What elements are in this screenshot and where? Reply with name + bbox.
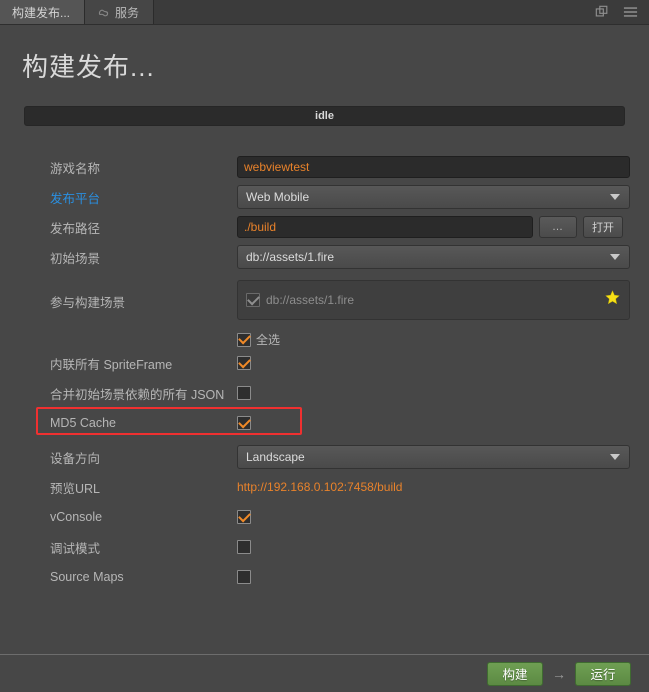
- label-start-scene: 初始场景: [50, 251, 101, 266]
- row-merge-json: 合并初始场景依赖的所有 JSON: [32, 378, 631, 408]
- build-form: 游戏名称 webviewtest 发布平台 Web Mobile 发布路径 ./…: [18, 152, 631, 592]
- game-name-input[interactable]: webviewtest: [237, 156, 630, 178]
- label-source-maps: Source Maps: [50, 570, 124, 584]
- label-platform: 发布平台: [50, 191, 101, 206]
- popout-window-icon[interactable]: [595, 5, 609, 19]
- row-md5-cache: MD5 Cache: [32, 407, 631, 438]
- debug-mode-checkbox[interactable]: [237, 540, 251, 554]
- merge-json-checkbox[interactable]: [237, 386, 251, 400]
- label-md5-cache: MD5 Cache: [50, 416, 116, 430]
- select-all-row[interactable]: 全选: [237, 331, 280, 348]
- select-all-label: 全选: [256, 333, 281, 347]
- tab-services-label: 服务: [115, 5, 140, 20]
- row-orientation: 设备方向 Landscape: [32, 442, 631, 472]
- chevron-down-icon: [610, 454, 620, 460]
- md5-cache-checkbox[interactable]: [237, 416, 251, 430]
- list-item[interactable]: db://assets/1.fire: [246, 293, 354, 307]
- row-debug-mode: 调试模式: [32, 532, 631, 562]
- inline-spriteframe-checkbox[interactable]: [237, 356, 251, 370]
- arrow-icon: →: [552, 665, 566, 682]
- chevron-down-icon: [610, 194, 620, 200]
- orientation-select[interactable]: Landscape: [237, 445, 630, 469]
- scene-item-label: db://assets/1.fire: [266, 293, 355, 307]
- row-platform: 发布平台 Web Mobile: [32, 182, 631, 212]
- platform-select[interactable]: Web Mobile: [237, 185, 630, 209]
- tab-build-publish[interactable]: 构建发布...: [0, 0, 86, 24]
- scene-item-checkbox[interactable]: [246, 293, 260, 307]
- build-button[interactable]: 构建: [487, 661, 543, 686]
- label-preview-url: 预览URL: [50, 481, 101, 496]
- orientation-select-value: Landscape: [246, 450, 305, 464]
- hamburger-menu-icon[interactable]: [623, 6, 638, 18]
- browse-path-button[interactable]: …: [539, 216, 577, 238]
- source-maps-checkbox[interactable]: [237, 570, 251, 584]
- open-path-button[interactable]: 打开: [583, 216, 623, 238]
- label-build-path: 发布路径: [50, 221, 101, 236]
- tab-bar-spacer: [154, 0, 595, 24]
- status-bar: idle: [24, 106, 625, 126]
- star-icon[interactable]: [605, 290, 620, 310]
- label-vconsole: vConsole: [50, 510, 103, 524]
- tab-bar-tools: [595, 0, 649, 24]
- label-game-name: 游戏名称: [50, 161, 101, 176]
- row-game-name: 游戏名称 webviewtest: [32, 152, 631, 182]
- row-preview-url: 预览URL http://192.168.0.102:7458/build: [32, 472, 631, 502]
- start-scene-select[interactable]: db://assets/1.fire: [237, 245, 630, 269]
- select-all-checkbox[interactable]: [237, 332, 251, 347]
- footer-actions: 构建 → 运行: [0, 654, 649, 692]
- tab-services[interactable]: 服务: [85, 0, 155, 24]
- platform-select-value: Web Mobile: [246, 190, 310, 204]
- build-panel: 构建发布... idle 游戏名称 webviewtest 发布平台 Web M…: [0, 25, 649, 592]
- preview-url-link[interactable]: http://192.168.0.102:7458/build: [237, 480, 402, 494]
- row-source-maps: Source Maps: [32, 562, 631, 592]
- label-included-scenes: 参与构建场景: [50, 296, 126, 310]
- tab-bar: 构建发布... 服务: [0, 0, 649, 25]
- label-merge-json: 合并初始场景依赖的所有 JSON: [50, 387, 225, 402]
- services-icon: [97, 6, 110, 19]
- tab-build-publish-label: 构建发布...: [12, 5, 71, 20]
- start-scene-select-value: db://assets/1.fire: [246, 250, 335, 264]
- build-path-input[interactable]: ./build: [237, 216, 533, 238]
- page-title: 构建发布...: [22, 52, 155, 82]
- label-inline-spriteframe: 内联所有 SpriteFrame: [50, 357, 173, 372]
- row-included-scenes: 参与构建场景 db://assets/1.fire 全选: [32, 272, 631, 348]
- row-start-scene: 初始场景 db://assets/1.fire: [32, 242, 631, 272]
- row-vconsole: vConsole: [32, 502, 631, 532]
- chevron-down-icon: [610, 254, 620, 260]
- row-inline-spriteframe: 内联所有 SpriteFrame: [32, 348, 631, 378]
- label-orientation: 设备方向: [50, 451, 101, 466]
- vconsole-checkbox[interactable]: [237, 510, 251, 524]
- row-build-path: 发布路径 ./build … 打开: [32, 212, 631, 242]
- label-debug-mode: 调试模式: [50, 541, 101, 556]
- included-scenes-listbox[interactable]: db://assets/1.fire: [237, 280, 630, 320]
- run-button[interactable]: 运行: [575, 661, 631, 686]
- status-text: idle: [315, 110, 334, 122]
